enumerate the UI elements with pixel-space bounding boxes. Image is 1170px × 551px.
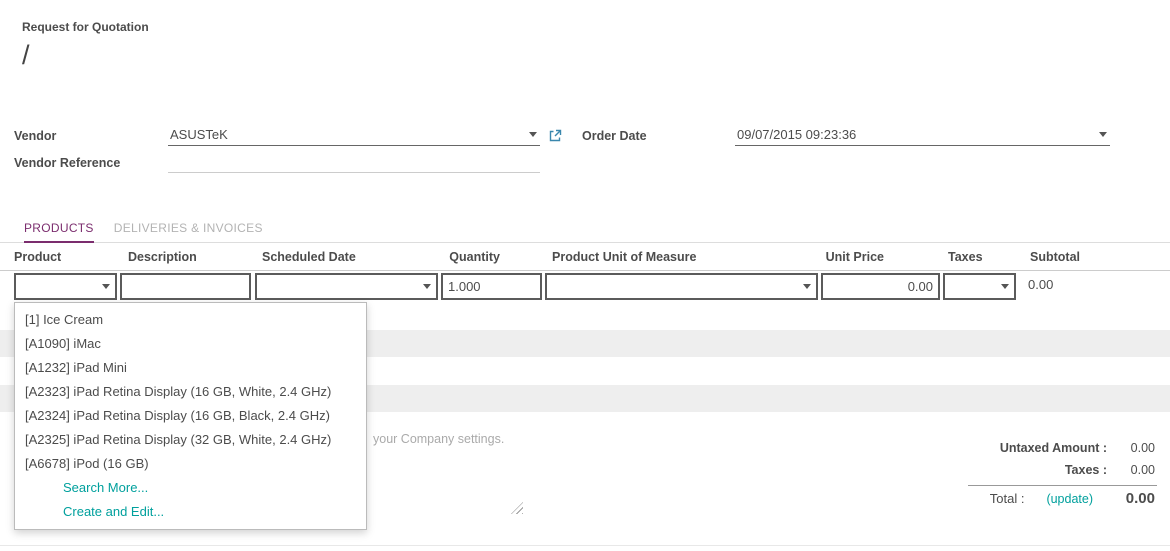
unit-price-cell[interactable] xyxy=(821,273,940,300)
uom-caret-icon[interactable] xyxy=(803,284,811,289)
document-number: / xyxy=(22,40,30,71)
col-header-scheduled-date: Scheduled Date xyxy=(262,250,356,264)
search-more-link[interactable]: Search More... xyxy=(15,476,366,500)
col-header-subtotal: Subtotal xyxy=(1030,250,1080,264)
total-label: Total : xyxy=(990,491,1025,506)
description-input[interactable] xyxy=(122,279,249,294)
order-date-label: Order Date xyxy=(582,129,647,143)
unit-price-input[interactable] xyxy=(823,279,938,294)
description-cell[interactable] xyxy=(120,273,251,300)
untaxed-amount-value: 0.00 xyxy=(1107,441,1155,455)
taxes-caret-icon[interactable] xyxy=(1001,284,1009,289)
order-lines-table-header: Product Description Scheduled Date Quant… xyxy=(0,246,1170,271)
untaxed-amount-row: Untaxed Amount : 0.00 xyxy=(900,441,1155,455)
tab-deliveries-invoices[interactable]: DELIVERIES & INVOICES xyxy=(114,214,263,242)
col-header-taxes: Taxes xyxy=(948,250,983,264)
taxes-combobox[interactable] xyxy=(943,273,1016,300)
taxes-value: 0.00 xyxy=(1107,463,1155,477)
terms-hint-text: your Company settings. xyxy=(373,432,504,446)
order-date-combobox[interactable] xyxy=(735,124,1110,146)
untaxed-amount-label: Untaxed Amount : xyxy=(1000,441,1107,455)
product-autocomplete-dropdown: [1] Ice Cream [A1090] iMac [A1232] iPad … xyxy=(14,302,367,530)
product-option[interactable]: [A1090] iMac xyxy=(15,332,366,356)
update-total-link[interactable]: (update) xyxy=(1046,492,1093,506)
uom-combobox[interactable] xyxy=(545,273,818,300)
scheduled-date-combobox[interactable] xyxy=(255,273,438,300)
form-bottom-divider xyxy=(0,545,1170,546)
product-combobox[interactable] xyxy=(14,273,117,300)
col-header-unit-price: Unit Price xyxy=(784,250,884,264)
quantity-cell[interactable] xyxy=(441,273,542,300)
col-header-quantity: Quantity xyxy=(400,250,500,264)
product-option[interactable]: [A2323] iPad Retina Display (16 GB, Whit… xyxy=(15,380,366,404)
product-option[interactable]: [A6678] iPod (16 GB) xyxy=(15,452,366,476)
external-link-icon[interactable] xyxy=(548,129,562,143)
totals-divider xyxy=(968,485,1157,486)
notebook-tabs: PRODUCTS DELIVERIES & INVOICES xyxy=(0,214,1170,243)
vendor-reference-label: Vendor Reference xyxy=(14,156,120,170)
order-date-caret-icon[interactable] xyxy=(1099,132,1107,137)
product-option[interactable]: [1] Ice Cream xyxy=(15,308,366,332)
product-option[interactable]: [A2325] iPad Retina Display (32 GB, Whit… xyxy=(15,428,366,452)
subtotal-value: 0.00 xyxy=(1028,277,1053,292)
vendor-label: Vendor xyxy=(14,129,56,143)
uom-input[interactable] xyxy=(547,279,816,294)
product-option[interactable]: [A1232] iPad Mini xyxy=(15,356,366,380)
scheduled-date-caret-icon[interactable] xyxy=(423,284,431,289)
vendor-caret-icon[interactable] xyxy=(529,132,537,137)
col-header-description: Description xyxy=(128,250,197,264)
product-input[interactable] xyxy=(16,279,115,294)
vendor-input[interactable] xyxy=(168,127,529,142)
order-date-input[interactable] xyxy=(735,127,1099,142)
product-option[interactable]: [A2324] iPad Retina Display (16 GB, Blac… xyxy=(15,404,366,428)
vendor-reference-field[interactable] xyxy=(168,151,540,173)
scheduled-date-input[interactable] xyxy=(257,279,436,294)
product-caret-icon[interactable] xyxy=(102,284,110,289)
taxes-label: Taxes : xyxy=(1065,463,1107,477)
document-type-label: Request for Quotation xyxy=(22,20,149,34)
request-for-quotation-form: Request for Quotation / Vendor Order Dat… xyxy=(0,0,1170,551)
textarea-resize-handle[interactable] xyxy=(511,502,523,514)
taxes-row: Taxes : 0.00 xyxy=(900,463,1155,477)
total-value: 0.00 xyxy=(1107,490,1155,507)
create-and-edit-link[interactable]: Create and Edit... xyxy=(15,500,366,524)
vendor-reference-input[interactable] xyxy=(168,154,540,169)
col-header-uom: Product Unit of Measure xyxy=(552,250,696,264)
tab-products[interactable]: PRODUCTS xyxy=(24,214,94,243)
col-header-product: Product xyxy=(14,250,61,264)
quantity-input[interactable] xyxy=(443,279,540,294)
total-row: Total : (update) 0.00 xyxy=(900,490,1155,507)
vendor-combobox[interactable] xyxy=(168,124,540,146)
